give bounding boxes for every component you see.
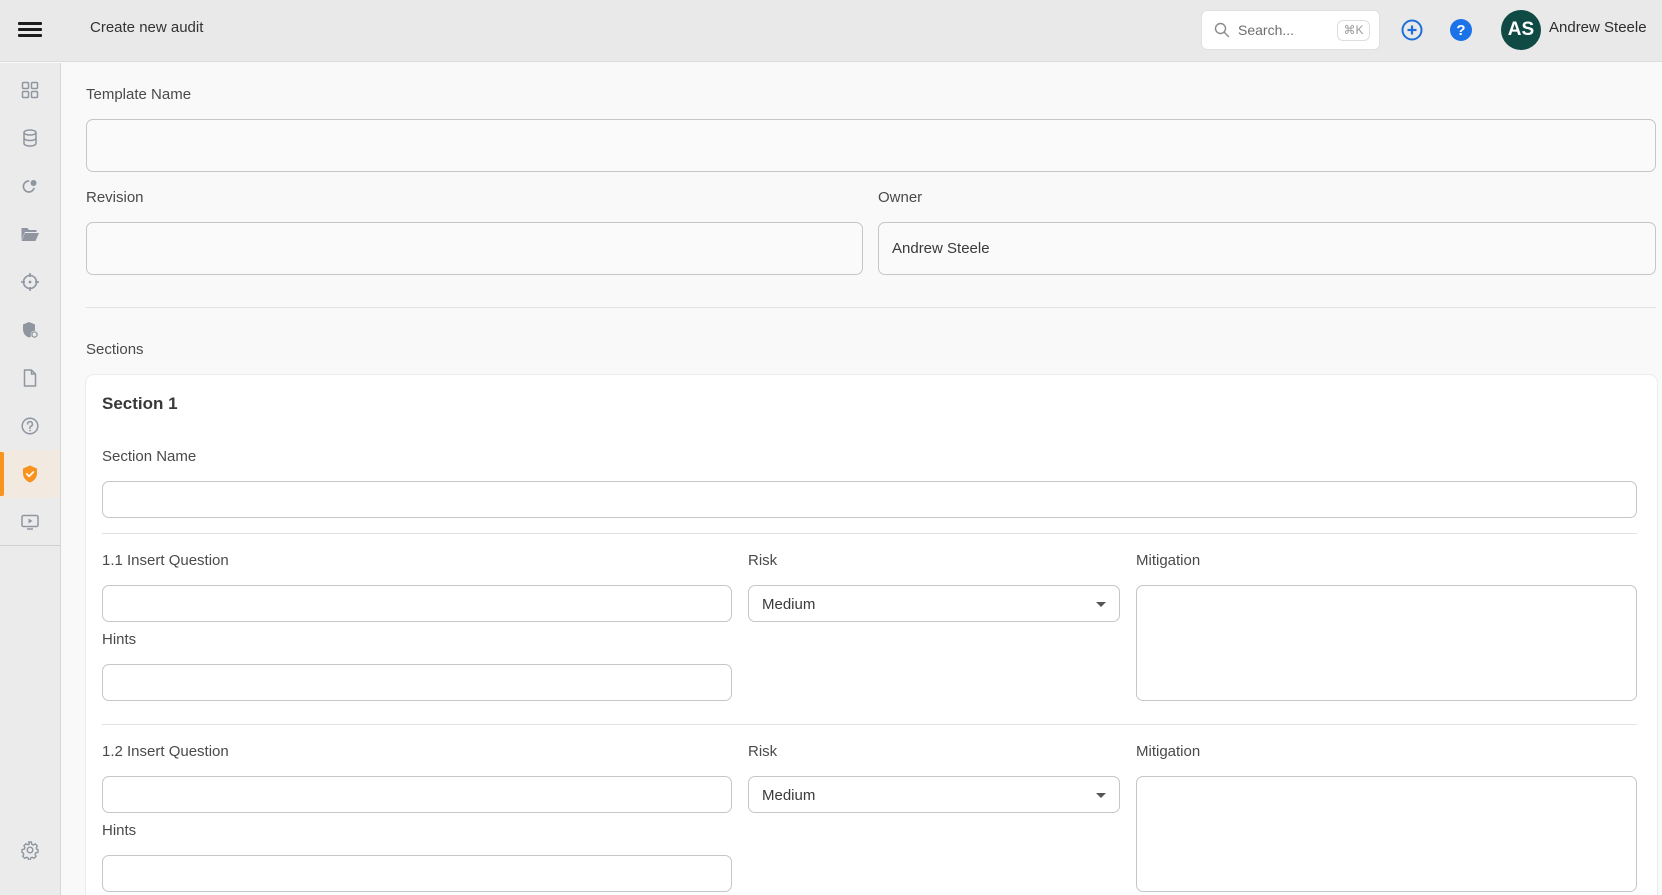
risk-label: Risk [748,552,778,569]
top-bar: Create new audit ⌘K ? AS Andrew Steele [0,0,1662,62]
question-input[interactable] [102,776,732,813]
sidebar-item-media[interactable] [0,498,60,546]
question-input[interactable] [102,585,732,622]
sidebar-item-help[interactable] [0,402,60,450]
section-name-label: Section Name [102,448,197,465]
hints-label: Hints [102,631,137,648]
search-icon [1214,22,1230,38]
sidebar-divider [0,545,60,546]
presentation-play-icon [21,514,39,530]
sidebar-item-activity[interactable] [0,162,60,210]
shield-check-icon [23,465,37,483]
risk-select-value: Medium [762,596,816,613]
revision-label: Revision [86,189,144,206]
sidebar [0,63,61,895]
add-button[interactable] [1400,18,1424,42]
sidebar-item-files[interactable] [0,354,60,402]
hints-label: Hints [102,822,137,839]
question-divider [102,724,1637,725]
database-icon [23,129,37,147]
sidebar-item-dashboard[interactable] [0,66,60,114]
risk-select[interactable]: Medium [748,585,1120,622]
section-name-input[interactable] [102,481,1637,518]
gear-icon [21,841,39,860]
folder-open-icon [21,228,39,241]
owner-input[interactable] [878,222,1656,275]
form-divider [86,307,1656,308]
mitigation-textarea[interactable] [1136,585,1637,701]
mitigation-label: Mitigation [1136,743,1201,760]
hints-input[interactable] [102,855,732,892]
help-circle-icon: ? [1450,19,1472,41]
sidebar-item-security-settings[interactable] [0,306,60,354]
sidebar-item-database[interactable] [0,114,60,162]
question-label: 1.2 Insert Question [102,743,229,760]
mitigation-label: Mitigation [1136,552,1201,569]
search-shortcut-badge: ⌘K [1337,20,1370,41]
sidebar-item-documents-folder[interactable] [0,210,60,258]
sidebar-item-settings[interactable] [0,826,60,874]
template-name-label: Template Name [86,86,192,103]
template-name-input[interactable] [86,119,1656,172]
search-input[interactable] [1238,20,1328,40]
section-card: Section 1 Section Name 1.1 Insert Questi… [85,374,1658,895]
page-title: Create new audit [90,19,204,36]
refresh-dot-icon [22,180,37,193]
revision-input[interactable] [86,222,863,275]
sidebar-item-audits[interactable] [0,450,60,498]
hamburger-menu-icon[interactable] [18,20,42,40]
user-name[interactable]: Andrew Steele [1549,19,1647,36]
chevron-down-icon [1096,602,1106,607]
hints-input[interactable] [102,664,732,701]
shield-gear-icon [23,322,39,339]
question-label: 1.1 Insert Question [102,552,229,569]
sections-label: Sections [86,341,144,358]
help-button[interactable]: ? [1449,18,1473,42]
grid-icon [21,81,39,99]
file-icon [23,369,37,387]
owner-label: Owner [878,189,923,206]
sidebar-item-target[interactable] [0,258,60,306]
question-circle-icon [21,417,39,435]
question-divider [102,533,1637,534]
search-box[interactable]: ⌘K [1201,10,1380,50]
section-title: Section 1 [102,394,178,413]
mitigation-textarea[interactable] [1136,776,1637,892]
risk-select[interactable]: Medium [748,776,1120,813]
chevron-down-icon [1096,793,1106,798]
svg-text:?: ? [1456,22,1465,39]
risk-label: Risk [748,743,778,760]
avatar[interactable]: AS [1501,10,1541,50]
crosshair-icon [21,273,39,291]
risk-select-value: Medium [762,787,816,804]
plus-circle-icon [1401,19,1423,41]
main-content: Template Name Revision Owner Sections Se… [62,63,1662,895]
